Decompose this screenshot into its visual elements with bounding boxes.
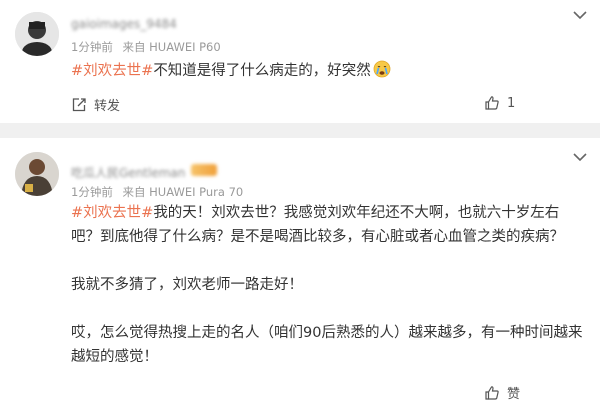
comment-source: 来自 HUAWEI Pura 70 xyxy=(122,185,244,199)
comment-card-2: 吃瓜人民Gentleman 1分钟前 来自 HUAWEI Pura 70 #刘欢… xyxy=(0,138,600,409)
like-label: 赞 xyxy=(507,387,521,402)
share-icon xyxy=(72,97,86,111)
forward-button[interactable]: 转发 xyxy=(71,95,120,114)
hashtag-link[interactable]: #刘欢去世# xyxy=(71,63,153,79)
username[interactable]: gaioimages_9484 xyxy=(71,17,177,33)
comment-meta: 1分钟前 来自 HUAWEI P60 xyxy=(71,39,221,55)
like-button[interactable]: 赞 xyxy=(484,383,520,402)
like-count: 1 xyxy=(507,95,516,111)
chevron-down-icon[interactable] xyxy=(572,10,588,20)
comment-card-1: gaioimages_9484 1分钟前 来自 HUAWEI P60 #刘欢去世… xyxy=(0,0,600,123)
avatar[interactable] xyxy=(15,12,59,56)
comment-meta: 1分钟前 来自 HUAWEI Pura 70 xyxy=(71,184,243,200)
thumbs-up-icon xyxy=(485,96,499,110)
chevron-down-icon[interactable] xyxy=(572,152,588,162)
comment-source: 来自 HUAWEI P60 xyxy=(122,40,221,54)
vip-badge xyxy=(191,164,218,176)
hashtag-link[interactable]: #刘欢去世# xyxy=(71,205,153,221)
like-button[interactable]: 1 xyxy=(484,95,515,111)
comment-time: 1分钟前 xyxy=(71,40,113,54)
comment-time: 1分钟前 xyxy=(71,185,113,199)
comment-body-para2: 我就不多猜了，刘欢老师一路走好！ xyxy=(71,277,303,293)
comment-body-para3: 哎，怎么觉得热搜上走的名人（咱们90后熟悉的人）越来越多，有一种时间越来越短的感… xyxy=(71,325,583,365)
avatar[interactable] xyxy=(15,152,59,196)
comment-text: #刘欢去世#我的天！刘欢去世？我感觉刘欢年纪还不大啊，也就六十岁左右吧？到底他得… xyxy=(71,201,583,369)
comment-text: #刘欢去世#不知道是得了什么病走的，好突然 xyxy=(71,59,583,86)
thumbs-up-icon xyxy=(485,385,499,400)
forward-label: 转发 xyxy=(94,99,121,114)
crying-emoji-icon xyxy=(373,60,391,86)
username[interactable]: 吃瓜人民Gentleman xyxy=(71,164,218,180)
comment-body: 不知道是得了什么病走的，好突然 xyxy=(153,63,371,79)
